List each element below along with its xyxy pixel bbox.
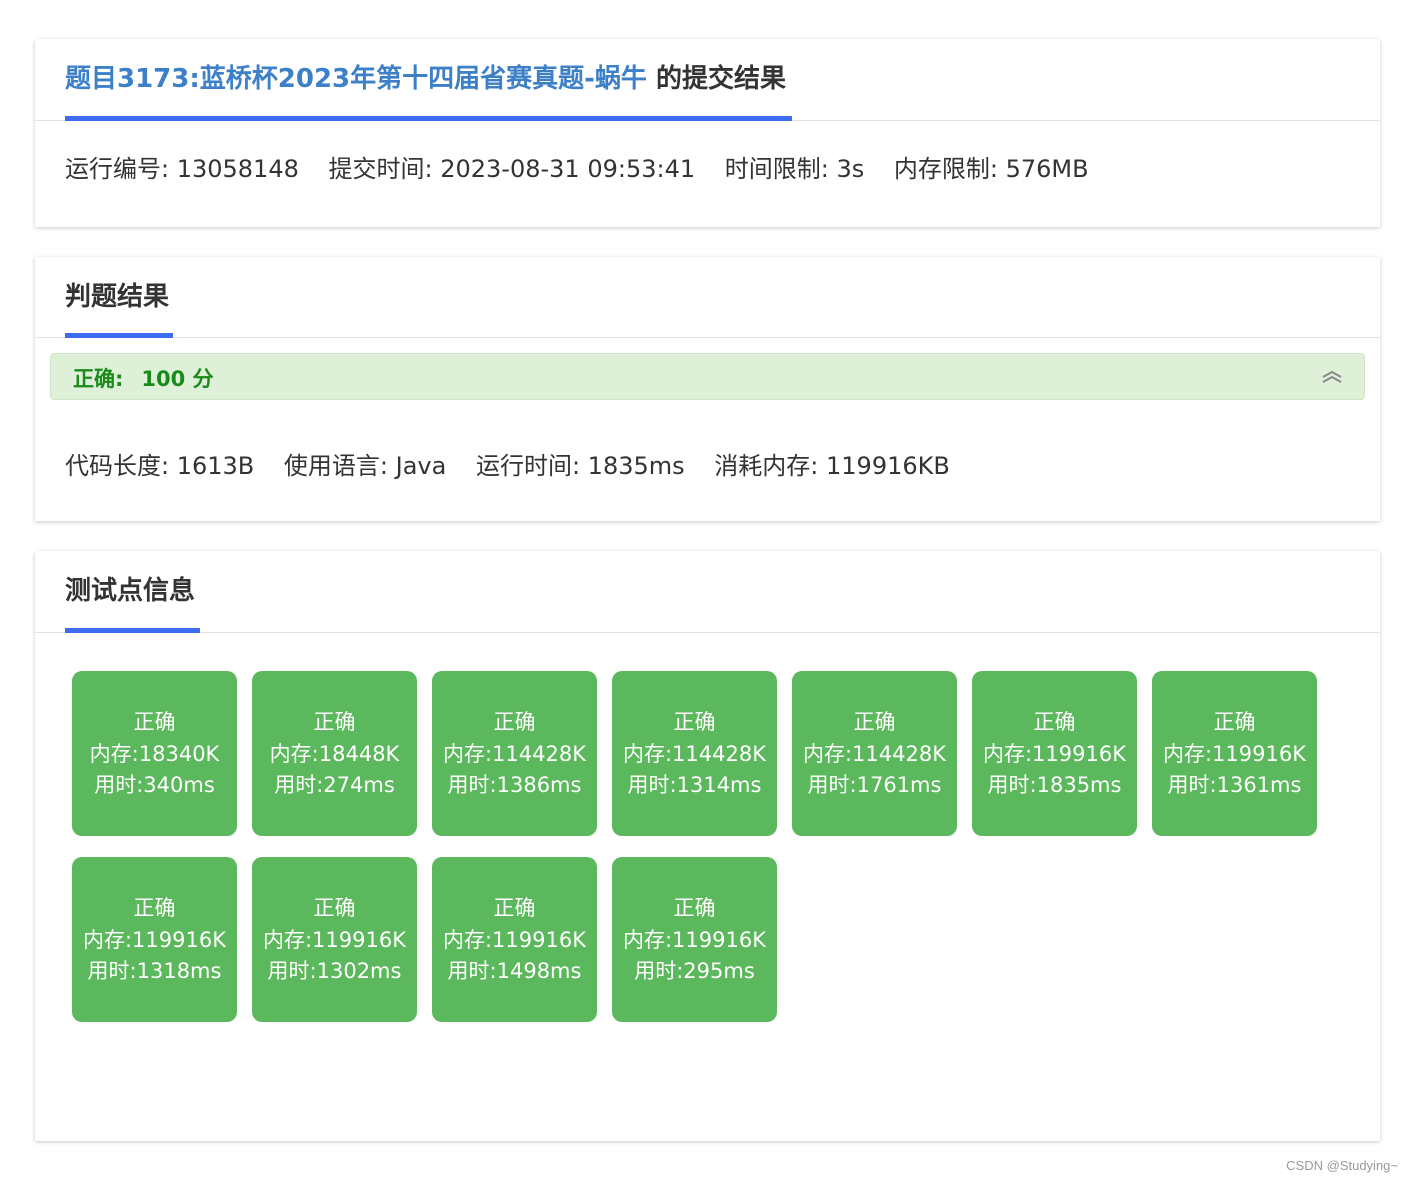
submit-time: 提交时间: 2023-08-31 09:53:41 <box>328 155 696 183</box>
testcase-tile[interactable]: 正确 内存:18340K 用时:340ms <box>72 671 237 836</box>
judge-result-card: 判题结果 正确: 100 分 代码长度: 1613B 使用语言: Java 运行时… <box>35 257 1380 521</box>
submission-info-card: 题目3173:蓝桥杯2023年第十四届省赛真题-蜗牛 的提交结果 运行编号: 1… <box>35 39 1380 227</box>
status-label: 正确: <box>73 367 124 391</box>
title-underline <box>65 628 200 633</box>
submission-header: 题目3173:蓝桥杯2023年第十四届省赛真题-蜗牛 的提交结果 <box>35 39 1380 121</box>
memory-limit: 内存限制: 576MB <box>893 155 1089 183</box>
memory-used: 消耗内存: 119916KB <box>714 452 950 480</box>
testcase-status: 正确 <box>853 710 896 734</box>
testcase-title: 测试点信息 <box>65 576 196 606</box>
page-title-suffix: 的提交结果 <box>646 64 786 94</box>
testcase-status: 正确 <box>493 896 536 920</box>
testcase-time: 用时:1835ms <box>987 773 1122 797</box>
testcase-memory: 内存:119916K <box>82 927 226 952</box>
testcase-memory: 内存:119916K <box>1162 741 1306 766</box>
run-time: 运行时间: 1835ms <box>475 452 685 480</box>
title-underline <box>65 333 173 338</box>
testcase-memory: 内存:119916K <box>262 927 406 952</box>
testcase-status: 正确 <box>673 896 716 920</box>
result-status: 正确: 100 分 <box>73 363 214 393</box>
code-length: 代码长度: 1613B <box>65 452 255 480</box>
testcase-card: 测试点信息 正确 内存:18340K 用时:340ms 正确 内存:18448K… <box>35 551 1380 1141</box>
testcase-status: 正确 <box>1033 710 1076 734</box>
testcase-tile[interactable]: 正确 内存:114428K 用时:1386ms <box>432 671 597 836</box>
testcase-tile[interactable]: 正确 内存:119916K 用时:1361ms <box>1152 671 1317 836</box>
language: 使用语言: Java <box>283 452 447 480</box>
testcase-tile[interactable]: 正确 内存:119916K 用时:1302ms <box>252 857 417 1022</box>
judge-result-header: 判题结果 <box>35 257 1380 338</box>
watermark: CSDN @Studying~ <box>1286 1158 1398 1173</box>
testcase-tile[interactable]: 正确 内存:119916K 用时:1498ms <box>432 857 597 1022</box>
judge-meta: 代码长度: 1613B 使用语言: Java 运行时间: 1835ms 消耗内存… <box>65 446 972 481</box>
testcase-header: 测试点信息 <box>35 551 1380 633</box>
problem-title-link[interactable]: 题目3173:蓝桥杯2023年第十四届省赛真题-蜗牛 <box>65 64 647 94</box>
testcase-status: 正确 <box>313 896 356 920</box>
testcase-tile[interactable]: 正确 内存:119916K 用时:1318ms <box>72 857 237 1022</box>
testcase-status: 正确 <box>673 710 716 734</box>
testcase-memory: 内存:114428K <box>442 741 586 766</box>
title-underline <box>65 116 792 121</box>
testcase-time: 用时:1386ms <box>447 773 582 797</box>
testcase-time: 用时:1314ms <box>627 773 762 797</box>
testcase-memory: 内存:18448K <box>269 741 400 766</box>
testcase-tile[interactable]: 正确 内存:119916K 用时:1835ms <box>972 671 1137 836</box>
testcase-tile[interactable]: 正确 内存:18448K 用时:274ms <box>252 671 417 836</box>
testcase-status: 正确 <box>133 710 176 734</box>
testcase-time: 用时:1302ms <box>267 959 402 983</box>
testcase-status: 正确 <box>493 710 536 734</box>
testcase-memory: 内存:119916K <box>442 927 586 952</box>
chevron-double-up-icon[interactable] <box>1320 367 1344 387</box>
testcase-status: 正确 <box>313 710 356 734</box>
testcase-status: 正确 <box>1213 710 1256 734</box>
testcase-time: 用时:295ms <box>634 959 755 983</box>
testcase-time: 用时:1498ms <box>447 959 582 983</box>
testcase-memory: 内存:114428K <box>622 741 766 766</box>
testcase-time: 用时:1361ms <box>1167 773 1302 797</box>
testcase-memory: 内存:119916K <box>622 927 766 952</box>
testcase-time: 用时:1761ms <box>807 773 942 797</box>
testcase-tile[interactable]: 正确 内存:114428K 用时:1314ms <box>612 671 777 836</box>
testcase-memory: 内存:18340K <box>89 741 220 766</box>
testcase-time: 用时:274ms <box>274 773 395 797</box>
run-id: 运行编号: 13058148 <box>65 155 299 183</box>
judge-result-title: 判题结果 <box>65 282 170 312</box>
score: 100 分 <box>141 367 214 391</box>
testcase-time: 用时:340ms <box>94 773 215 797</box>
testcase-tile[interactable]: 正确 内存:114428K 用时:1761ms <box>792 671 957 836</box>
testcase-memory: 内存:119916K <box>982 741 1126 766</box>
testcase-tile[interactable]: 正确 内存:119916K 用时:295ms <box>612 857 777 1022</box>
testcase-status: 正确 <box>133 896 176 920</box>
time-limit: 时间限制: 3s <box>724 155 865 183</box>
page-title: 题目3173:蓝桥杯2023年第十四届省赛真题-蜗牛 的提交结果 <box>65 61 786 97</box>
testcase-memory: 内存:114428K <box>802 741 946 766</box>
result-status-bar[interactable]: 正确: 100 分 <box>50 353 1365 400</box>
submission-meta: 运行编号: 13058148 提交时间: 2023-08-31 09:53:41… <box>65 149 1111 184</box>
testcase-time: 用时:1318ms <box>87 959 222 983</box>
